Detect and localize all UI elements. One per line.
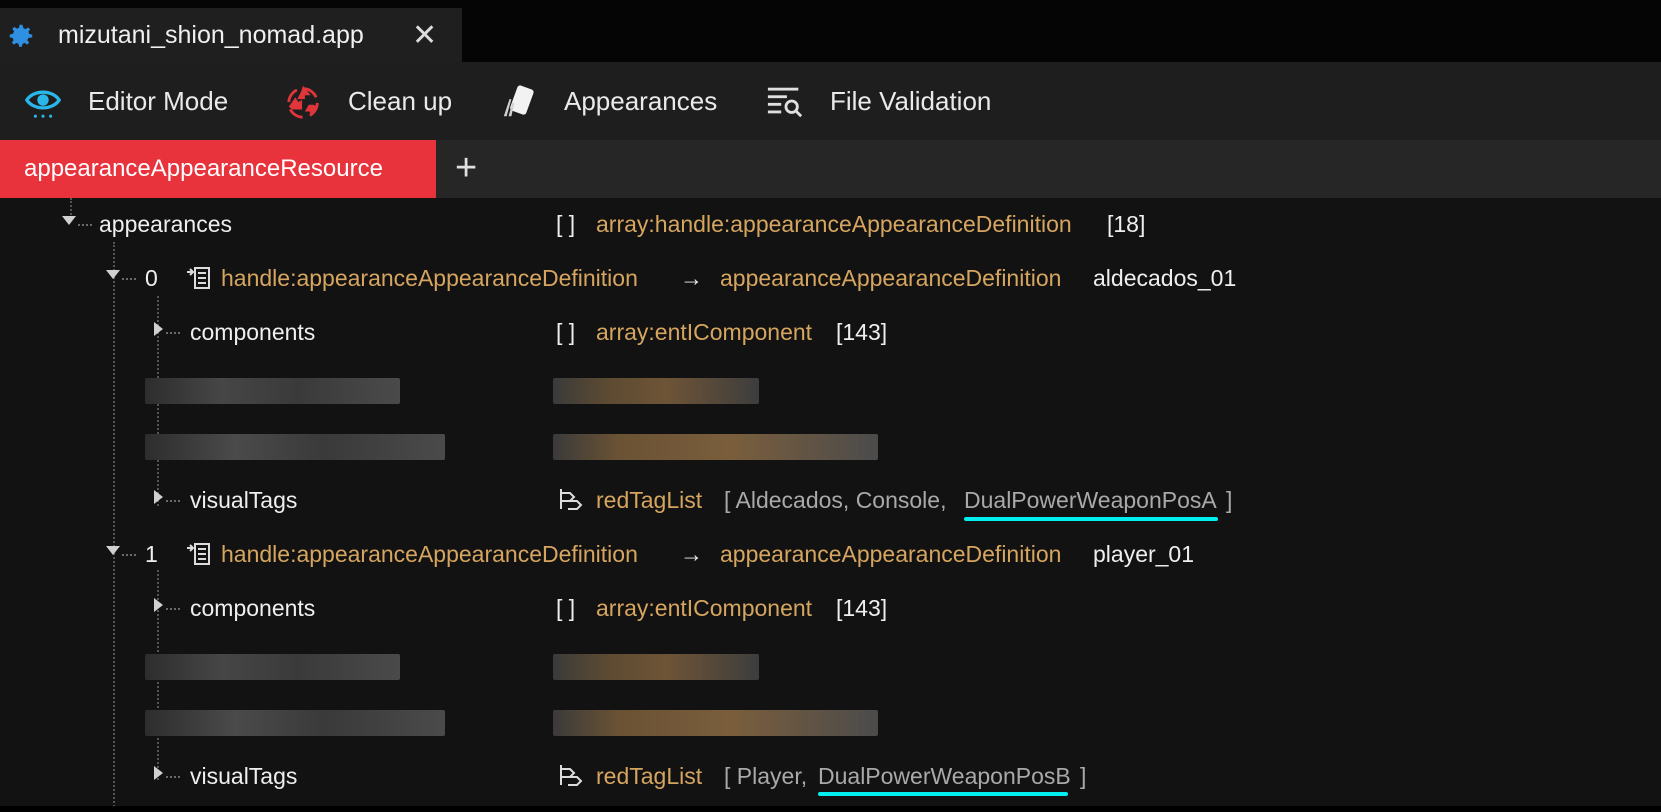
components-count: [143] [836, 319, 888, 345]
array-brackets: [ ] [556, 211, 576, 237]
tag-list-open: [ Player, [724, 763, 808, 789]
tag-list-icon [560, 765, 583, 786]
highlight-underline [964, 517, 1218, 521]
expand-arrow-icon[interactable] [62, 216, 76, 225]
expand-arrow-icon[interactable] [154, 598, 163, 612]
file-validation-button[interactable]: File Validation [766, 62, 991, 140]
arrow-icon: → [680, 541, 703, 567]
redacted-row [553, 378, 759, 404]
tree-row-visualtags[interactable]: visualTags redTagList [ Aldecados, Conso… [0, 474, 1661, 528]
expand-arrow-icon[interactable] [154, 322, 163, 336]
tree-row-components[interactable]: components [ ] array:entIComponent [143] [0, 582, 1661, 636]
expand-arrow-icon[interactable] [154, 766, 163, 780]
target-name: aldecados_01 [1093, 265, 1237, 291]
redacted-row [145, 654, 400, 680]
tag-list-close: ] [1080, 763, 1087, 789]
target-type: appearanceAppearanceDefinition [720, 541, 1062, 567]
close-icon[interactable]: ✕ [412, 18, 437, 53]
redacted-row [145, 434, 445, 460]
tag-highlighted: DualPowerWeaponPosA [964, 487, 1217, 513]
visualtags-type: redTagList [596, 763, 703, 789]
editor-mode-button[interactable]: Editor Mode [24, 62, 228, 140]
appearances-count: [18] [1107, 211, 1146, 237]
tree-row-appearances[interactable]: appearances [ ] array:handle:appearanceA… [0, 198, 1661, 252]
redacted-row [553, 710, 878, 736]
window-title: mizutani_shion_nomad.app [58, 21, 364, 49]
components-count: [143] [836, 595, 888, 621]
visualtags-type: redTagList [596, 487, 703, 513]
tab-label: appearanceAppearanceResource [24, 155, 383, 182]
recycle-icon [287, 85, 319, 119]
document-tabs: appearanceAppearanceResource + [0, 140, 1661, 198]
toolbar: Editor Mode Clean up Appearances File Va… [0, 62, 1661, 140]
appearances-label: appearances [99, 211, 232, 237]
target-name: player_01 [1093, 541, 1195, 567]
expand-arrow-icon[interactable] [106, 546, 120, 555]
arrow-icon: → [680, 265, 703, 291]
expand-arrow-icon[interactable] [106, 270, 120, 279]
tag-highlighted: DualPowerWeaponPosB [818, 763, 1071, 789]
target-type: appearanceAppearanceDefinition [720, 265, 1062, 291]
components-label: components [190, 595, 316, 621]
clean-up-button[interactable]: Clean up [284, 62, 452, 140]
appearances-label: Appearances [564, 85, 718, 116]
clean-up-label: Clean up [348, 85, 453, 116]
gear-icon [9, 24, 33, 47]
eye-icon [24, 90, 62, 118]
components-label: components [190, 319, 316, 345]
handle-icon [187, 543, 210, 565]
tag-list-open: [ Aldecados, Console, [724, 487, 947, 513]
tab-appearance-resource[interactable]: appearanceAppearanceResource [0, 140, 436, 198]
appearances-type: array:handle:appearanceAppearanceDefinit… [596, 211, 1072, 237]
tree-row-item-0[interactable]: 0 handle:appearanceAppearanceDefinition … [0, 252, 1661, 306]
tree-row-item-1[interactable]: 1 handle:appearanceAppearanceDefinition … [0, 528, 1661, 582]
property-tree: appearances [ ] array:handle:appearanceA… [0, 198, 1661, 808]
appearances-button[interactable]: Appearances [500, 62, 717, 140]
components-type: array:entIComponent [596, 595, 813, 621]
item-index: 1 [145, 541, 158, 567]
redacted-row [145, 710, 445, 736]
add-tab-button[interactable]: + [455, 144, 477, 192]
redacted-row [553, 654, 759, 680]
redacted-row [145, 378, 400, 404]
window-tab[interactable]: mizutani_shion_nomad.app ✕ [0, 8, 462, 62]
title-bar: mizutani_shion_nomad.app ✕ [0, 0, 1661, 62]
array-brackets: [ ] [556, 595, 576, 621]
tag-list-close: ] [1226, 487, 1233, 513]
redacted-row [553, 434, 878, 460]
visualtags-label: visualTags [190, 763, 298, 789]
highlight-underline [818, 792, 1068, 796]
file-validation-label: File Validation [830, 85, 992, 116]
item-index: 0 [145, 265, 158, 291]
handle-type: handle:appearanceAppearanceDefinition [221, 265, 638, 291]
tag-list-icon [560, 489, 583, 510]
handle-icon [187, 267, 210, 289]
visualtags-label: visualTags [190, 487, 298, 513]
expand-arrow-icon[interactable] [154, 490, 163, 504]
array-brackets: [ ] [556, 319, 576, 345]
list-search-icon [767, 87, 803, 118]
tree-row-components[interactable]: components [ ] array:entIComponent [143] [0, 306, 1661, 360]
components-type: array:entIComponent [596, 319, 813, 345]
cards-icon [503, 85, 534, 117]
bottom-edge [0, 806, 1661, 812]
editor-mode-label: Editor Mode [88, 85, 229, 116]
handle-type: handle:appearanceAppearanceDefinition [221, 541, 638, 567]
